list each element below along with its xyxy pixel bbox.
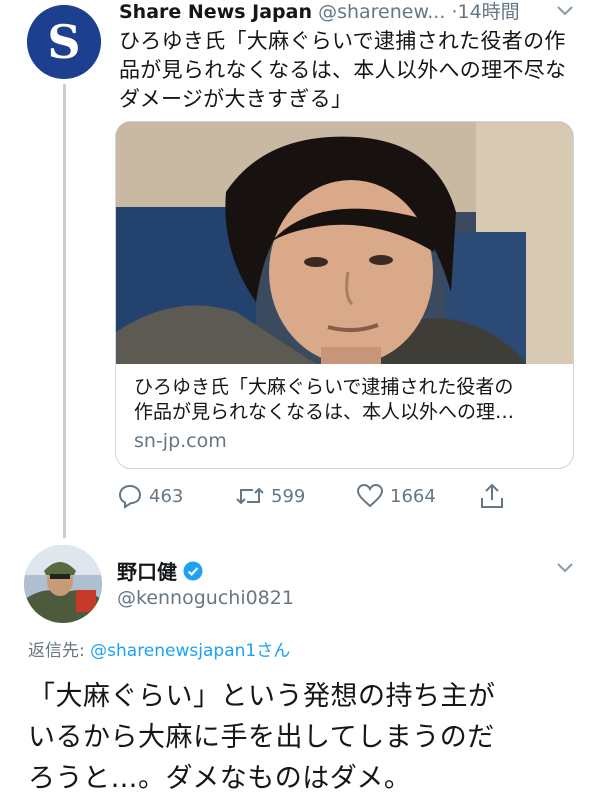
link-preview-card[interactable]: ひろゆき氏「大麻ぐらいで逮捕された役者の 作品が見られなくなるは、本人以外への理… bbox=[115, 121, 574, 469]
tweet2-text-line: いるから大麻に手を出してしまうのだ bbox=[28, 722, 495, 753]
thread-connector-line bbox=[63, 84, 66, 538]
share-button[interactable] bbox=[479, 479, 505, 513]
avatar-letter: S bbox=[47, 15, 80, 69]
reply-to-link[interactable]: @sharenewsjapan1さん bbox=[90, 641, 290, 661]
link-preview-image[interactable] bbox=[116, 122, 573, 364]
tweet1-text: ひろゆき氏「大麻ぐらいで逮捕された役者の作 品が見られなくなるは、本人以外への理… bbox=[119, 27, 579, 114]
link-preview-title[interactable]: ひろゆき氏「大麻ぐらいで逮捕された役者の 作品が見られなくなるは、本人以外への理… bbox=[134, 375, 564, 425]
like-count: 1664 bbox=[390, 485, 436, 507]
tweet1-handle[interactable]: @sharenew... bbox=[318, 1, 445, 23]
like-icon bbox=[356, 483, 384, 508]
tweet1-text-line: 品が見られなくなるは、本人以外への理不尽な bbox=[119, 58, 567, 82]
reply-prefix: 返信先: bbox=[28, 641, 91, 661]
tweet1-author-name[interactable]: Share News Japan bbox=[119, 1, 312, 23]
reply-count: 463 bbox=[149, 485, 184, 507]
tweet1-text-line: ダメージが大きすぎる」 bbox=[119, 87, 353, 111]
link-preview-title-line: ひろゆき氏「大麻ぐらいで逮捕された役者の bbox=[134, 376, 514, 398]
tweet1-action-bar: 463 599 1664 bbox=[115, 479, 575, 513]
chevron-down-icon[interactable] bbox=[555, 560, 575, 576]
chevron-down-icon[interactable] bbox=[555, 3, 575, 19]
s-logo-icon: S bbox=[27, 5, 101, 79]
verified-badge-icon bbox=[183, 561, 203, 580]
like-button[interactable]: 1664 bbox=[356, 479, 436, 513]
reply-button[interactable]: 463 bbox=[117, 479, 183, 513]
share-news-japan-avatar[interactable]: S bbox=[27, 5, 101, 79]
tweet2-handle[interactable]: @kennoguchi0821 bbox=[117, 587, 294, 609]
link-preview-title-line: 作品が見られなくなるは、本人以外への理… bbox=[134, 401, 515, 423]
share-icon bbox=[481, 483, 503, 508]
kennoguchi-avatar[interactable] bbox=[24, 545, 102, 623]
tweet1-header: Share News Japan @sharenew... ·14時間 bbox=[119, 0, 569, 24]
link-preview-domain[interactable]: sn-jp.com bbox=[134, 430, 227, 452]
tweet2-author-name[interactable]: 野口健 bbox=[117, 556, 177, 585]
tweet2-author[interactable]: 野口健 bbox=[117, 556, 203, 585]
tweet2-text: 「大麻ぐらい」という発想の持ち主が いるから大麻に手を出してしまうのだ ろうと…… bbox=[28, 676, 580, 799]
retweet-count: 599 bbox=[271, 485, 306, 507]
retweet-button[interactable]: 599 bbox=[235, 479, 305, 513]
tweet1-text-line: ひろゆき氏「大麻ぐらいで逮捕された役者の作 bbox=[119, 29, 566, 53]
tweet2-text-line: ろうと…。ダメなものはダメ。 bbox=[28, 763, 412, 794]
tweet2-text-line: 「大麻ぐらい」という発想の持ち主が bbox=[28, 681, 496, 712]
retweet-icon bbox=[236, 487, 264, 505]
reply-icon bbox=[118, 484, 142, 509]
tweet1-timestamp[interactable]: ·14時間 bbox=[451, 1, 519, 23]
reply-context: 返信先: @sharenewsjapan1さん bbox=[28, 636, 290, 661]
